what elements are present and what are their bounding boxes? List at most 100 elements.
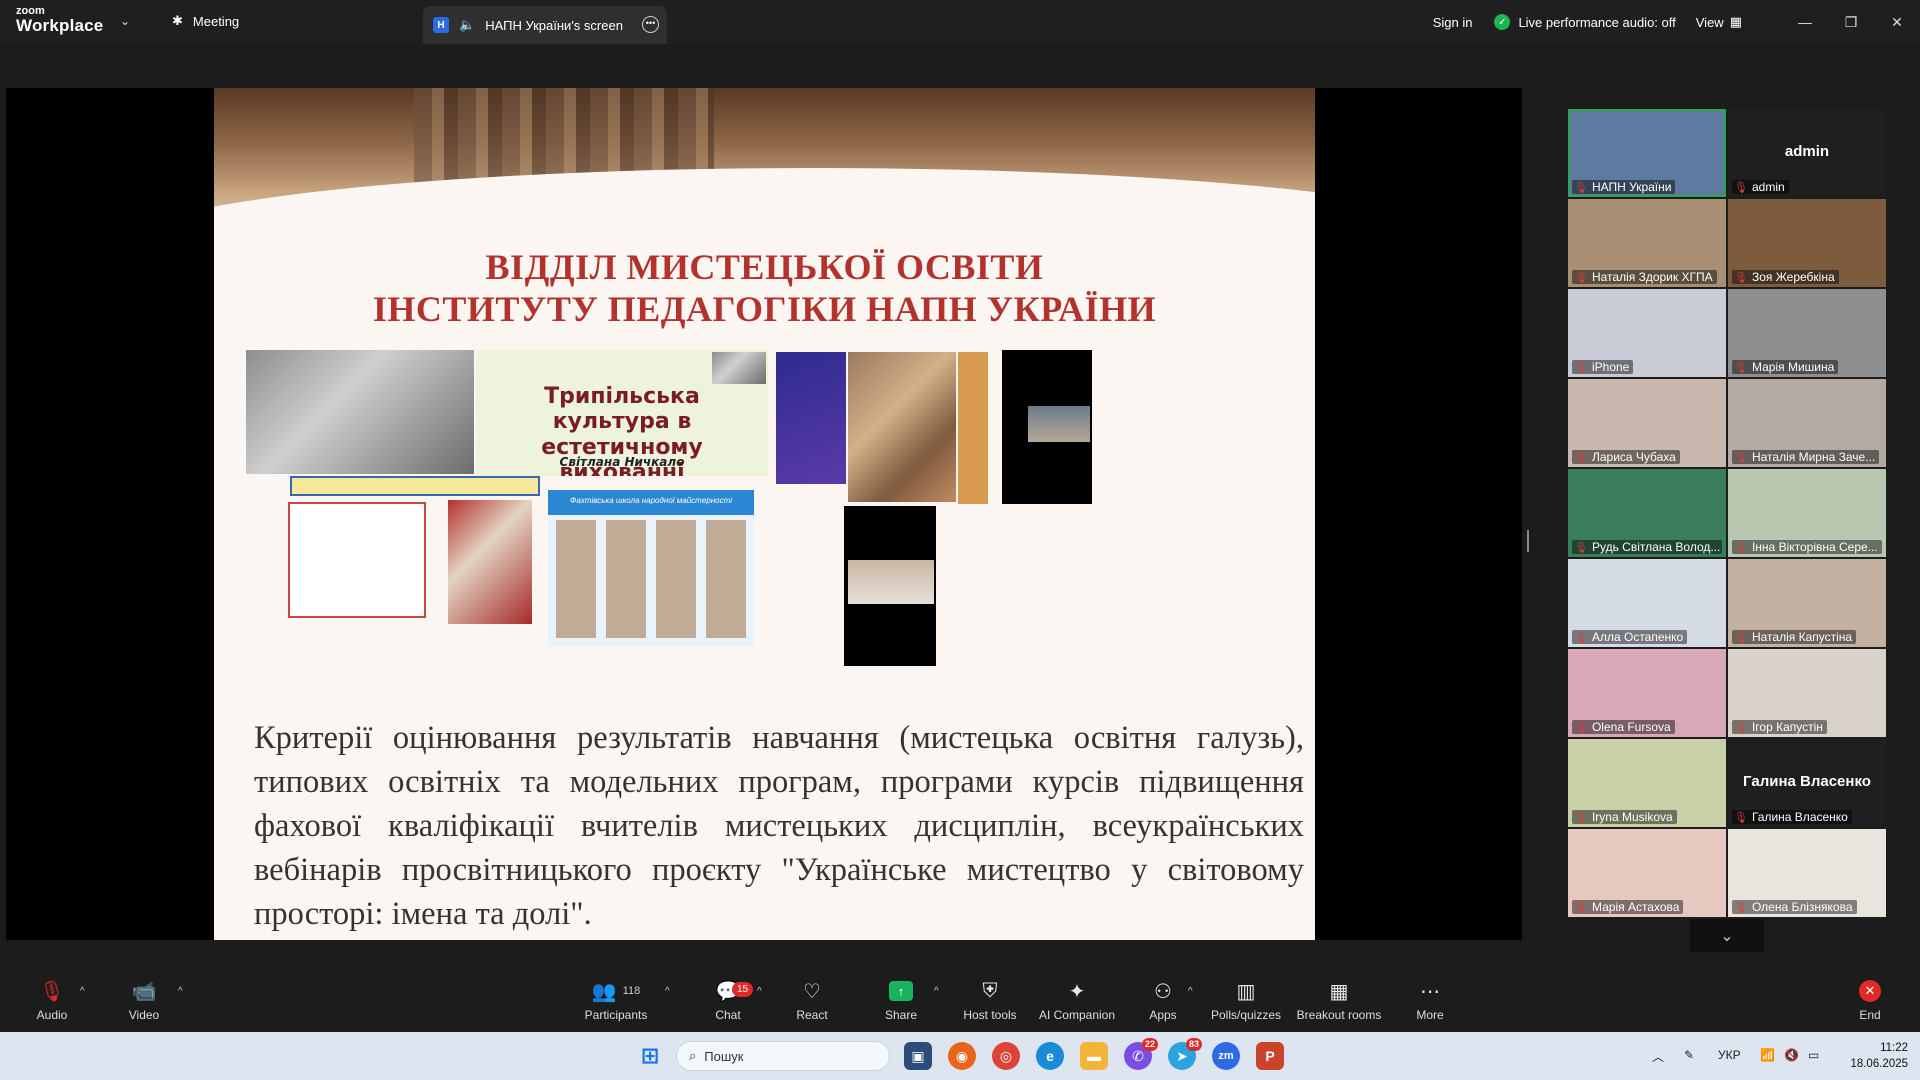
system-clock[interactable]: 11:22 18.06.2025 bbox=[1850, 1040, 1908, 1072]
participant-tile[interactable]: 🎙 Ігор Капустін bbox=[1728, 649, 1886, 737]
chat-options-caret[interactable]: ^ bbox=[757, 986, 762, 997]
participant-name: Галина Власенко bbox=[1751, 810, 1848, 824]
share-options-caret[interactable]: ^ bbox=[934, 986, 939, 997]
muted-mic-icon: 🎙 bbox=[1734, 901, 1748, 914]
participant-name: Наталія Капустіна bbox=[1751, 630, 1853, 644]
participant-tile[interactable]: admin 🎙 admin bbox=[1728, 109, 1886, 197]
participant-tile[interactable]: 🎙 Інна Вікторівна Сере... bbox=[1728, 469, 1886, 557]
firefox-icon[interactable]: ◉ bbox=[948, 1042, 976, 1070]
muted-mic-icon: 🎙 bbox=[1734, 451, 1748, 464]
polls-quizzes-button[interactable]: ▥ Polls/quizzes bbox=[1208, 978, 1284, 1023]
telegram-icon[interactable]: ➤ 83 bbox=[1168, 1038, 1202, 1070]
host-tools-button[interactable]: ⛨ Host tools bbox=[960, 978, 1020, 1023]
microphone-muted-icon: 🎙 bbox=[39, 980, 65, 1003]
participant-name: Алла Остапенко bbox=[1591, 630, 1684, 644]
participants-options-caret[interactable]: ^ bbox=[665, 986, 670, 997]
video-tile-black-2 bbox=[844, 506, 936, 666]
chrome-icon[interactable]: ◎ bbox=[992, 1042, 1020, 1070]
participant-tile[interactable]: 🎙 Лариса Чубаха bbox=[1568, 379, 1726, 467]
close-button[interactable]: ✕ bbox=[1874, 14, 1920, 31]
apps-options-caret[interactable]: ^ bbox=[1188, 986, 1193, 997]
speaker-icon: 🔈 bbox=[459, 17, 476, 32]
participant-name: Рудь Світлана Волод... bbox=[1591, 540, 1721, 554]
participants-button[interactable]: 👥 118 Participants bbox=[584, 978, 648, 1023]
taskbar-search[interactable]: ⌕ Пошук bbox=[676, 1041, 890, 1071]
tab-meeting[interactable]: ✱ Meeting bbox=[172, 13, 239, 29]
edge-icon[interactable]: e bbox=[1036, 1042, 1064, 1070]
gallery-scroll-down-button[interactable]: ⌄ bbox=[1690, 919, 1764, 952]
caption-strip bbox=[290, 476, 540, 496]
zoom-icon[interactable]: zm bbox=[1212, 1042, 1240, 1070]
participant-tile[interactable]: 🎙 Олена Блізнякова bbox=[1728, 829, 1886, 917]
powerpoint-icon[interactable]: P bbox=[1256, 1042, 1284, 1070]
breakout-grid-icon: ▦ bbox=[1329, 980, 1349, 1003]
share-button[interactable]: ↑ Share bbox=[882, 978, 920, 1022]
react-button[interactable]: ♡ React bbox=[794, 978, 830, 1023]
participant-tile[interactable]: 🎙 Наталія Капустіна bbox=[1728, 559, 1886, 647]
file-explorer-icon[interactable]: ▬ bbox=[1080, 1042, 1108, 1070]
view-button[interactable]: View ▦ bbox=[1696, 14, 1742, 30]
breakout-rooms-button[interactable]: ▦ Breakout rooms bbox=[1296, 978, 1382, 1023]
madonna-icon-image bbox=[448, 500, 532, 624]
windows-start-icon[interactable]: ⊞ bbox=[636, 1042, 664, 1070]
participant-tile[interactable]: 🎙 НАПН України bbox=[1568, 109, 1726, 197]
audio-button[interactable]: 🎙 Audio bbox=[34, 978, 70, 1023]
participant-tile[interactable]: 🎙 Olena Fursova bbox=[1568, 649, 1726, 737]
bar-chart-icon: ▥ bbox=[1236, 980, 1256, 1003]
title-bar: zoom Workplace ⌄ ✱ Meeting Н 🔈 НАПН Укра… bbox=[0, 0, 1920, 44]
video-options-caret[interactable]: ^ bbox=[178, 986, 183, 997]
participant-name-label: 🎙 Ігор Капустін bbox=[1732, 720, 1827, 734]
participant-tile[interactable]: Галина Власенко 🎙 Галина Власенко bbox=[1728, 739, 1886, 827]
madonna-text-poster bbox=[288, 502, 426, 618]
volume-icon[interactable]: 🔇 bbox=[1784, 1048, 1799, 1062]
battery-icon[interactable]: ▭ bbox=[1808, 1048, 1819, 1062]
performance-audio-status[interactable]: ✓ Live performance audio: off bbox=[1494, 14, 1676, 30]
sparkle-icon: ✦ bbox=[1068, 980, 1086, 1003]
participant-tile[interactable]: 🎙 Марія Астахова bbox=[1568, 829, 1726, 917]
slide-title-line1: ВІДДІЛ МИСТЕЦЬКОЇ ОСВІТИ bbox=[485, 247, 1044, 287]
participant-name-label: 🎙 Олена Блізнякова bbox=[1732, 900, 1857, 914]
participant-tile[interactable]: 🎙 Наталія Здорик ХГПА bbox=[1568, 199, 1726, 287]
participant-name-label: 🎙 Інна Вікторівна Сере... bbox=[1732, 540, 1882, 554]
participant-tile[interactable]: 🎙 Наталія Мирна Заче... bbox=[1728, 379, 1886, 467]
participant-tile[interactable]: 🎙 iPhone bbox=[1568, 289, 1726, 377]
ai-companion-button[interactable]: ✦ AI Companion bbox=[1036, 978, 1118, 1023]
sign-in-button[interactable]: Sign in bbox=[1433, 15, 1473, 30]
minimize-button[interactable]: — bbox=[1782, 14, 1828, 30]
participant-tile[interactable]: 🎙 Рудь Світлана Волод... bbox=[1568, 469, 1726, 557]
participant-name: Olena Fursova bbox=[1591, 720, 1671, 734]
chevron-down-icon[interactable]: ⌄ bbox=[120, 14, 130, 28]
more-options-icon[interactable]: ••• bbox=[642, 16, 659, 33]
participant-tile[interactable]: 🎙 Марія Мишина bbox=[1728, 289, 1886, 377]
participant-tile[interactable]: 🎙 Зоя Жеребкіна bbox=[1728, 199, 1886, 287]
tray-expand-icon[interactable]: ︿ bbox=[1652, 1048, 1664, 1065]
slide-collage: Трипільська культура в естетичному вихов… bbox=[246, 350, 1286, 710]
restore-button[interactable]: ❐ bbox=[1828, 14, 1874, 31]
pen-tray-icon[interactable]: ✎ bbox=[1684, 1048, 1694, 1062]
viber-icon[interactable]: ✆ 22 bbox=[1124, 1038, 1158, 1070]
participant-tile[interactable]: 🎙 Алла Остапенко bbox=[1568, 559, 1726, 647]
tab-shared-screen[interactable]: Н 🔈 НАПН України's screen ••• bbox=[423, 6, 667, 44]
participant-tile[interactable]: 🎙 Iryna Musikova bbox=[1568, 739, 1726, 827]
participant-name: iPhone bbox=[1591, 360, 1630, 374]
muted-mic-icon: 🎙 bbox=[1734, 271, 1748, 284]
camera-off-icon: 📹 bbox=[131, 980, 157, 1003]
participant-name-label: 🎙 Алла Остапенко bbox=[1572, 630, 1688, 644]
apps-button[interactable]: ⚇ Apps bbox=[1146, 978, 1180, 1023]
participant-name-label: 🎙 admin bbox=[1732, 180, 1789, 194]
chat-button[interactable]: 💬 Chat 15 bbox=[710, 978, 754, 1022]
participant-display-name: Галина Власенко bbox=[1743, 773, 1871, 790]
shield-icon: ⛨ bbox=[982, 979, 998, 1002]
language-indicator[interactable]: УКР bbox=[1718, 1048, 1741, 1062]
store-icon[interactable]: ▣ bbox=[904, 1042, 932, 1070]
presentation-slide: ВІДДІЛ МИСТЕЦЬКОЇ ОСВІТИ ІНСТИТУТУ ПЕДАГ… bbox=[214, 88, 1315, 940]
participant-name-label: 🎙 Зоя Жеребкіна bbox=[1732, 270, 1839, 284]
audio-options-caret[interactable]: ^ bbox=[80, 986, 85, 997]
more-button[interactable]: ⋯ More bbox=[1410, 978, 1450, 1023]
panel-resize-handle[interactable] bbox=[1527, 530, 1529, 552]
participant-name-label: 🎙 Марія Мишина bbox=[1732, 360, 1839, 374]
video-button[interactable]: 📹 Video bbox=[126, 978, 162, 1023]
wifi-icon[interactable]: 📶 bbox=[1760, 1048, 1775, 1062]
end-meeting-button[interactable]: ✕ End bbox=[1852, 978, 1888, 1022]
apps-icon: ⚇ bbox=[1154, 980, 1172, 1003]
